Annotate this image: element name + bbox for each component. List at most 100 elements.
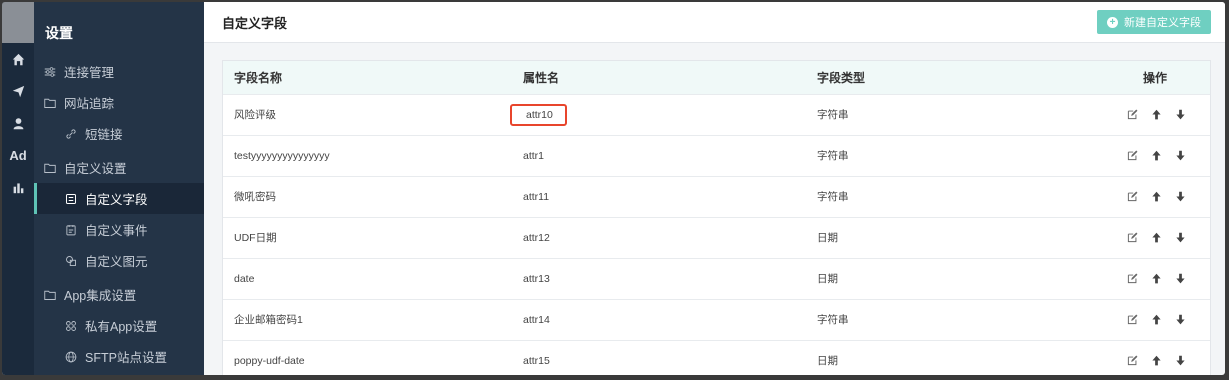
field-name-cell: date bbox=[234, 272, 255, 285]
sidebar: 设置 连接管理 网站追踪 短链接 自定义设置 自定义字段 自定义事件 自定义图元… bbox=[34, 2, 204, 375]
globe-icon bbox=[63, 351, 79, 363]
row-actions bbox=[1110, 272, 1209, 286]
field-type-cell: 日期 bbox=[817, 273, 838, 285]
ad-icon[interactable]: Ad bbox=[2, 139, 34, 171]
row-actions bbox=[1110, 190, 1209, 204]
table-row[interactable]: 微吼密码 attr11 字符串 bbox=[223, 176, 1210, 217]
rail-logo bbox=[2, 2, 34, 43]
sidebar-item-label: 连接管理 bbox=[64, 66, 115, 80]
sidebar-item-custom-shapes[interactable]: 自定义图元 bbox=[34, 245, 204, 276]
attr-value: attr11 bbox=[523, 190, 550, 203]
column-header-attr: 属性名 bbox=[523, 70, 560, 85]
apps-icon bbox=[63, 320, 79, 332]
move-down-icon[interactable] bbox=[1174, 231, 1188, 245]
attr-cell: attr13 bbox=[520, 258, 814, 299]
attr-value: attr15 bbox=[523, 354, 550, 367]
send-icon[interactable] bbox=[2, 75, 34, 107]
attr-cell: attr12 bbox=[520, 217, 814, 258]
move-down-icon[interactable] bbox=[1174, 108, 1188, 122]
actions-cell bbox=[1109, 135, 1210, 176]
field-type-cell: 日期 bbox=[817, 232, 838, 244]
attr-value: attr13 bbox=[523, 272, 550, 285]
move-down-icon[interactable] bbox=[1174, 354, 1188, 368]
move-up-icon[interactable] bbox=[1150, 354, 1164, 368]
fields-table-card: 字段名称 属性名 字段类型 操作 风险评级 attr10 字符串 testyyy… bbox=[222, 60, 1211, 375]
link-icon bbox=[63, 128, 79, 140]
field-name-cell: 企业邮箱密码1 bbox=[234, 314, 303, 326]
user-icon[interactable] bbox=[2, 107, 34, 139]
sidebar-item-custom-fields[interactable]: 自定义字段 bbox=[34, 183, 204, 214]
folder-icon bbox=[42, 289, 58, 301]
sidebar-item-site-tracking[interactable]: 网站追踪 bbox=[34, 87, 204, 118]
move-up-icon[interactable] bbox=[1150, 272, 1164, 286]
row-actions bbox=[1110, 313, 1209, 327]
page-header: 自定义字段 + 新建自定义字段 bbox=[204, 2, 1225, 43]
sidebar-item-sftp[interactable]: SFTP站点设置 bbox=[34, 341, 204, 372]
row-actions bbox=[1110, 149, 1209, 163]
move-up-icon[interactable] bbox=[1150, 231, 1164, 245]
sidebar-item-custom-events[interactable]: 自定义事件 bbox=[34, 214, 204, 245]
sidebar-title: 设置 bbox=[45, 25, 73, 41]
table-row[interactable]: UDF日期 attr12 日期 bbox=[223, 217, 1210, 258]
move-down-icon[interactable] bbox=[1174, 313, 1188, 327]
sidebar-item-connections[interactable]: 连接管理 bbox=[34, 56, 204, 87]
page-title: 自定义字段 bbox=[222, 15, 288, 31]
move-down-icon[interactable] bbox=[1174, 272, 1188, 286]
sidebar-item-label: 网站追踪 bbox=[64, 97, 115, 111]
edit-icon[interactable] bbox=[1126, 354, 1140, 368]
edit-icon[interactable] bbox=[1126, 190, 1140, 204]
column-header-name: 字段名称 bbox=[234, 70, 283, 85]
attr-value: attr12 bbox=[523, 231, 550, 244]
move-down-icon[interactable] bbox=[1174, 190, 1188, 204]
move-up-icon[interactable] bbox=[1150, 313, 1164, 327]
field-type-cell: 字符串 bbox=[817, 314, 849, 326]
edit-icon[interactable] bbox=[1126, 149, 1140, 163]
row-actions bbox=[1110, 231, 1209, 245]
attr-value: attr1 bbox=[523, 149, 545, 162]
edit-icon[interactable] bbox=[1126, 108, 1140, 122]
sidebar-item-label: 短链接 bbox=[85, 128, 123, 142]
sidebar-item-label: App集成设置 bbox=[64, 289, 137, 303]
new-custom-field-button[interactable]: + 新建自定义字段 bbox=[1097, 10, 1211, 34]
edit-icon[interactable] bbox=[1126, 231, 1140, 245]
actions-cell bbox=[1109, 176, 1210, 217]
column-header-actions: 操作 bbox=[1142, 70, 1167, 85]
sidebar-item-app-integration[interactable]: App集成设置 bbox=[34, 279, 204, 310]
sidebar-item-label: SFTP站点设置 bbox=[85, 351, 167, 365]
move-up-icon[interactable] bbox=[1150, 190, 1164, 204]
sidebar-item-private-app[interactable]: 私有App设置 bbox=[34, 310, 204, 341]
table-body: 风险评级 attr10 字符串 testyyyyyyyyyyyyyyy attr… bbox=[223, 94, 1210, 375]
move-up-icon[interactable] bbox=[1150, 149, 1164, 163]
field-icon bbox=[63, 193, 79, 205]
table-row[interactable]: poppy-udf-date attr15 日期 bbox=[223, 340, 1210, 375]
edit-icon[interactable] bbox=[1126, 272, 1140, 286]
actions-cell bbox=[1109, 217, 1210, 258]
folder-icon bbox=[42, 97, 58, 109]
row-actions bbox=[1110, 108, 1209, 122]
sidebar-item-label: 私有App设置 bbox=[85, 320, 158, 334]
sliders-icon bbox=[42, 66, 58, 78]
plus-icon: + bbox=[1107, 16, 1118, 28]
attr-cell: attr14 bbox=[520, 299, 814, 340]
move-up-icon[interactable] bbox=[1150, 108, 1164, 122]
field-name-cell: testyyyyyyyyyyyyyyy bbox=[234, 149, 330, 162]
icon-rail: Ad bbox=[2, 2, 34, 375]
sidebar-item-label: 自定义事件 bbox=[85, 224, 148, 238]
bar-chart-icon[interactable] bbox=[2, 171, 34, 203]
field-name-cell: 微吼密码 bbox=[234, 191, 276, 203]
sidebar-item-custom-settings[interactable]: 自定义设置 bbox=[34, 152, 204, 183]
table-row[interactable]: date attr13 日期 bbox=[223, 258, 1210, 299]
actions-cell bbox=[1109, 258, 1210, 299]
folder-icon bbox=[42, 162, 58, 174]
edit-icon[interactable] bbox=[1126, 313, 1140, 327]
field-type-cell: 字符串 bbox=[817, 150, 849, 162]
sidebar-item-label: 自定义字段 bbox=[85, 193, 148, 207]
table-row[interactable]: 风险评级 attr10 字符串 bbox=[223, 94, 1210, 135]
sidebar-item-short-link[interactable]: 短链接 bbox=[34, 118, 204, 149]
actions-cell bbox=[1109, 299, 1210, 340]
table-row[interactable]: testyyyyyyyyyyyyyyy attr1 字符串 bbox=[223, 135, 1210, 176]
table-row[interactable]: 企业邮箱密码1 attr14 字符串 bbox=[223, 299, 1210, 340]
home-icon[interactable] bbox=[2, 43, 34, 75]
move-down-icon[interactable] bbox=[1174, 149, 1188, 163]
app-window: Ad 设置 连接管理 网站追踪 短链接 自定义设置 自定义字段 自定义事件 自定… bbox=[2, 2, 1225, 375]
